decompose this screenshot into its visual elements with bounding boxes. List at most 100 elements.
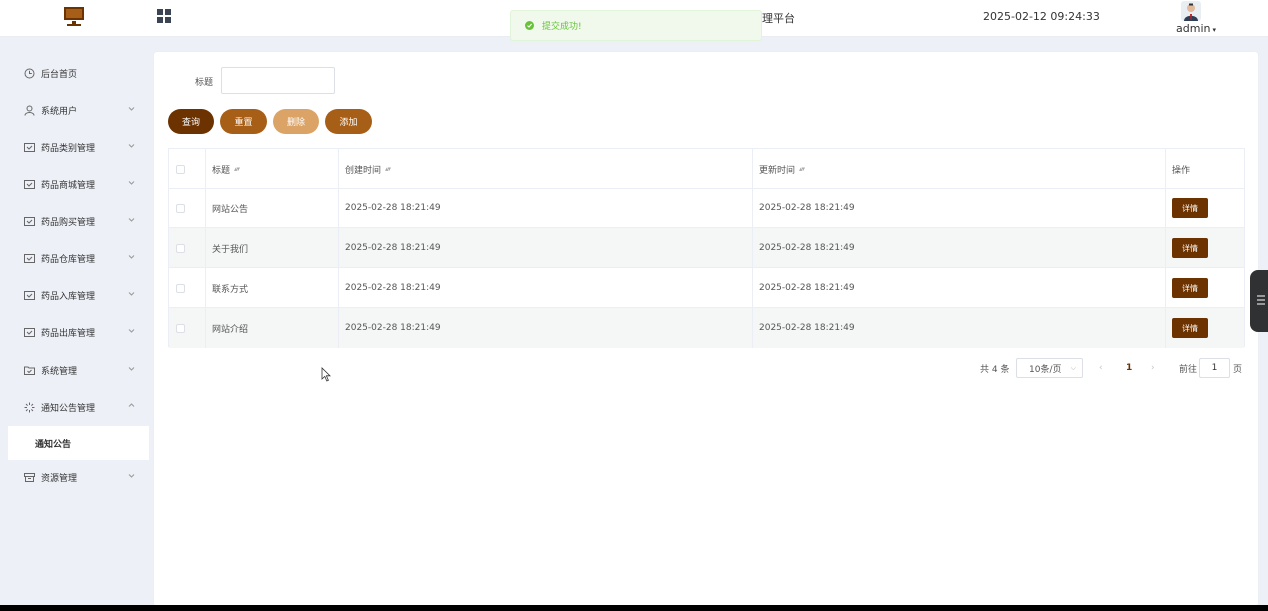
header-created[interactable]: 创建时间 ▴▾: [345, 149, 391, 189]
chevron-down-icon: [128, 367, 135, 371]
row-checkbox[interactable]: [176, 243, 185, 253]
row-updated: 2025-02-28 18:21:49: [759, 283, 855, 293]
header-title[interactable]: 标题 ▴▾: [212, 149, 240, 189]
loading-icon: [24, 402, 35, 413]
folder-icon: [24, 366, 35, 375]
row-checkbox[interactable]: [176, 203, 185, 213]
chevron-down-icon: ⌵: [1070, 363, 1076, 372]
clock-icon: [24, 68, 35, 79]
sidebar-item-label: 系统用户: [41, 107, 78, 117]
sidebar-item-drug-stock-in[interactable]: 药品入库管理: [0, 277, 149, 314]
sidebar-item-drug-mall[interactable]: 药品商城管理: [0, 166, 149, 203]
sidebar-item-label: 药品入库管理: [41, 292, 96, 302]
next-page-icon[interactable]: ›: [1151, 358, 1155, 378]
row-created: 2025-02-28 18:21:49: [345, 243, 441, 253]
sidebar-item-home[interactable]: 后台首页: [0, 55, 149, 92]
row-checkbox[interactable]: [176, 283, 185, 293]
detail-button[interactable]: 详情: [1172, 238, 1208, 258]
settings-drawer-tab[interactable]: [1250, 270, 1268, 332]
row-updated: 2025-02-28 18:21:49: [759, 203, 855, 213]
header-action: 操作: [1172, 165, 1191, 176]
query-button[interactable]: 查询: [168, 109, 214, 134]
sidebar-item-drug-category[interactable]: 药品类别管理: [0, 129, 149, 166]
row-action-cell: 详情: [1172, 188, 1208, 228]
row-created: 2025-02-28 18:21:49: [345, 203, 441, 213]
select-all-cell: [176, 149, 185, 189]
panel-icon: [24, 328, 35, 337]
search-title-input[interactable]: [221, 67, 335, 94]
row-updated: 2025-02-28 18:21:49: [759, 323, 855, 333]
chevron-down-icon: [128, 181, 135, 185]
platform-title: 理平台: [762, 12, 795, 25]
list-icon: [1257, 295, 1265, 305]
goto-page-input[interactable]: [1199, 358, 1230, 378]
row-select-cell: [176, 188, 185, 228]
detail-button[interactable]: 详情: [1172, 198, 1208, 218]
add-button[interactable]: 添加: [325, 109, 372, 134]
user-icon: [24, 105, 35, 116]
chevron-down-icon: [128, 474, 135, 478]
sidebar-item-label: 药品仓库管理: [41, 255, 96, 265]
detail-button[interactable]: 详情: [1172, 278, 1208, 298]
chevron-down-icon: [128, 329, 135, 333]
row-created: 2025-02-28 18:21:49: [345, 283, 441, 293]
row-action-cell: 详情: [1172, 268, 1208, 308]
panel-icon: [24, 180, 35, 189]
success-toast: 提交成功!: [510, 10, 762, 41]
sidebar-item-notice-manage[interactable]: 通知公告管理: [0, 389, 149, 426]
user-menu[interactable]: admin ▾: [1172, 0, 1216, 37]
chevron-down-icon: [128, 107, 135, 111]
page-size-select[interactable]: 10条/页 ⌵: [1016, 358, 1083, 378]
toast-message: 提交成功!: [542, 22, 582, 32]
table-row: 网站介绍 2025-02-28 18:21:49 2025-02-28 18:2…: [169, 308, 1244, 348]
row-select-cell: [176, 268, 185, 308]
username-text: admin: [1176, 22, 1211, 35]
search-title-label: 标题: [195, 78, 214, 88]
sidebar-subitem-notice[interactable]: 通知公告: [8, 426, 149, 460]
chevron-up-icon: [128, 403, 135, 407]
sidebar-item-drug-purchase[interactable]: 药品购买管理: [0, 203, 149, 240]
table-row: 联系方式 2025-02-28 18:21:49 2025-02-28 18:2…: [169, 268, 1244, 308]
header-title-text: 标题: [212, 165, 231, 176]
select-all-checkbox[interactable]: [176, 164, 185, 174]
header-created-text: 创建时间: [345, 165, 382, 176]
chevron-down-icon: [128, 292, 135, 296]
delete-button[interactable]: 删除: [273, 109, 319, 134]
sidebar-item-label: 后台首页: [41, 70, 78, 80]
monitor-logo-icon: [63, 6, 85, 28]
pagination-total: 共 4 条: [980, 364, 1010, 375]
sidebar-item-drug-stock-out[interactable]: 药品出库管理: [0, 314, 149, 351]
grid-menu-toggle-icon[interactable]: [157, 9, 172, 24]
header-updated[interactable]: 更新时间 ▴▾: [759, 149, 805, 189]
box-icon: [24, 473, 35, 482]
notice-table: 标题 ▴▾ 创建时间 ▴▾ 更新时间 ▴▾ 操作 网站公告 2025-02-28 18…: [168, 148, 1245, 348]
row-checkbox[interactable]: [176, 323, 185, 333]
reset-button[interactable]: 重置: [220, 109, 267, 134]
sidebar-item-resource-manage[interactable]: 资源管理: [0, 459, 149, 496]
page-number-current[interactable]: 1: [1126, 358, 1132, 378]
chevron-down-icon: [128, 144, 135, 148]
panel-icon: [24, 217, 35, 226]
sidebar-item-label: 药品出库管理: [41, 329, 96, 339]
goto-suffix: 页: [1233, 364, 1243, 375]
bottom-edge-bar: [0, 605, 1268, 611]
row-created: 2025-02-28 18:21:49: [345, 323, 441, 333]
table-row: 关于我们 2025-02-28 18:21:49 2025-02-28 18:2…: [169, 228, 1244, 268]
check-circle-icon: [525, 21, 534, 30]
column-divider: [752, 149, 753, 348]
sidebar-item-label: 通知公告管理: [41, 404, 96, 414]
sidebar-item-label: 药品购买管理: [41, 218, 96, 228]
panel-icon: [24, 254, 35, 263]
chevron-down-icon: [128, 255, 135, 259]
detail-button[interactable]: 详情: [1172, 318, 1208, 338]
row-title: 联系方式: [212, 284, 249, 295]
current-datetime: 2025-02-12 09:24:33: [983, 10, 1100, 23]
sidebar-item-drug-warehouse[interactable]: 药品仓库管理: [0, 240, 149, 277]
sidebar-item-system-manage[interactable]: 系统管理: [0, 352, 149, 389]
column-divider: [1165, 149, 1166, 348]
mouse-cursor-icon: [321, 367, 331, 382]
table-header-row: 标题 ▴▾ 创建时间 ▴▾ 更新时间 ▴▾ 操作: [169, 149, 1244, 189]
prev-page-icon[interactable]: ‹: [1099, 358, 1103, 378]
row-select-cell: [176, 228, 185, 268]
sidebar-item-system-users[interactable]: 系统用户: [0, 92, 149, 129]
